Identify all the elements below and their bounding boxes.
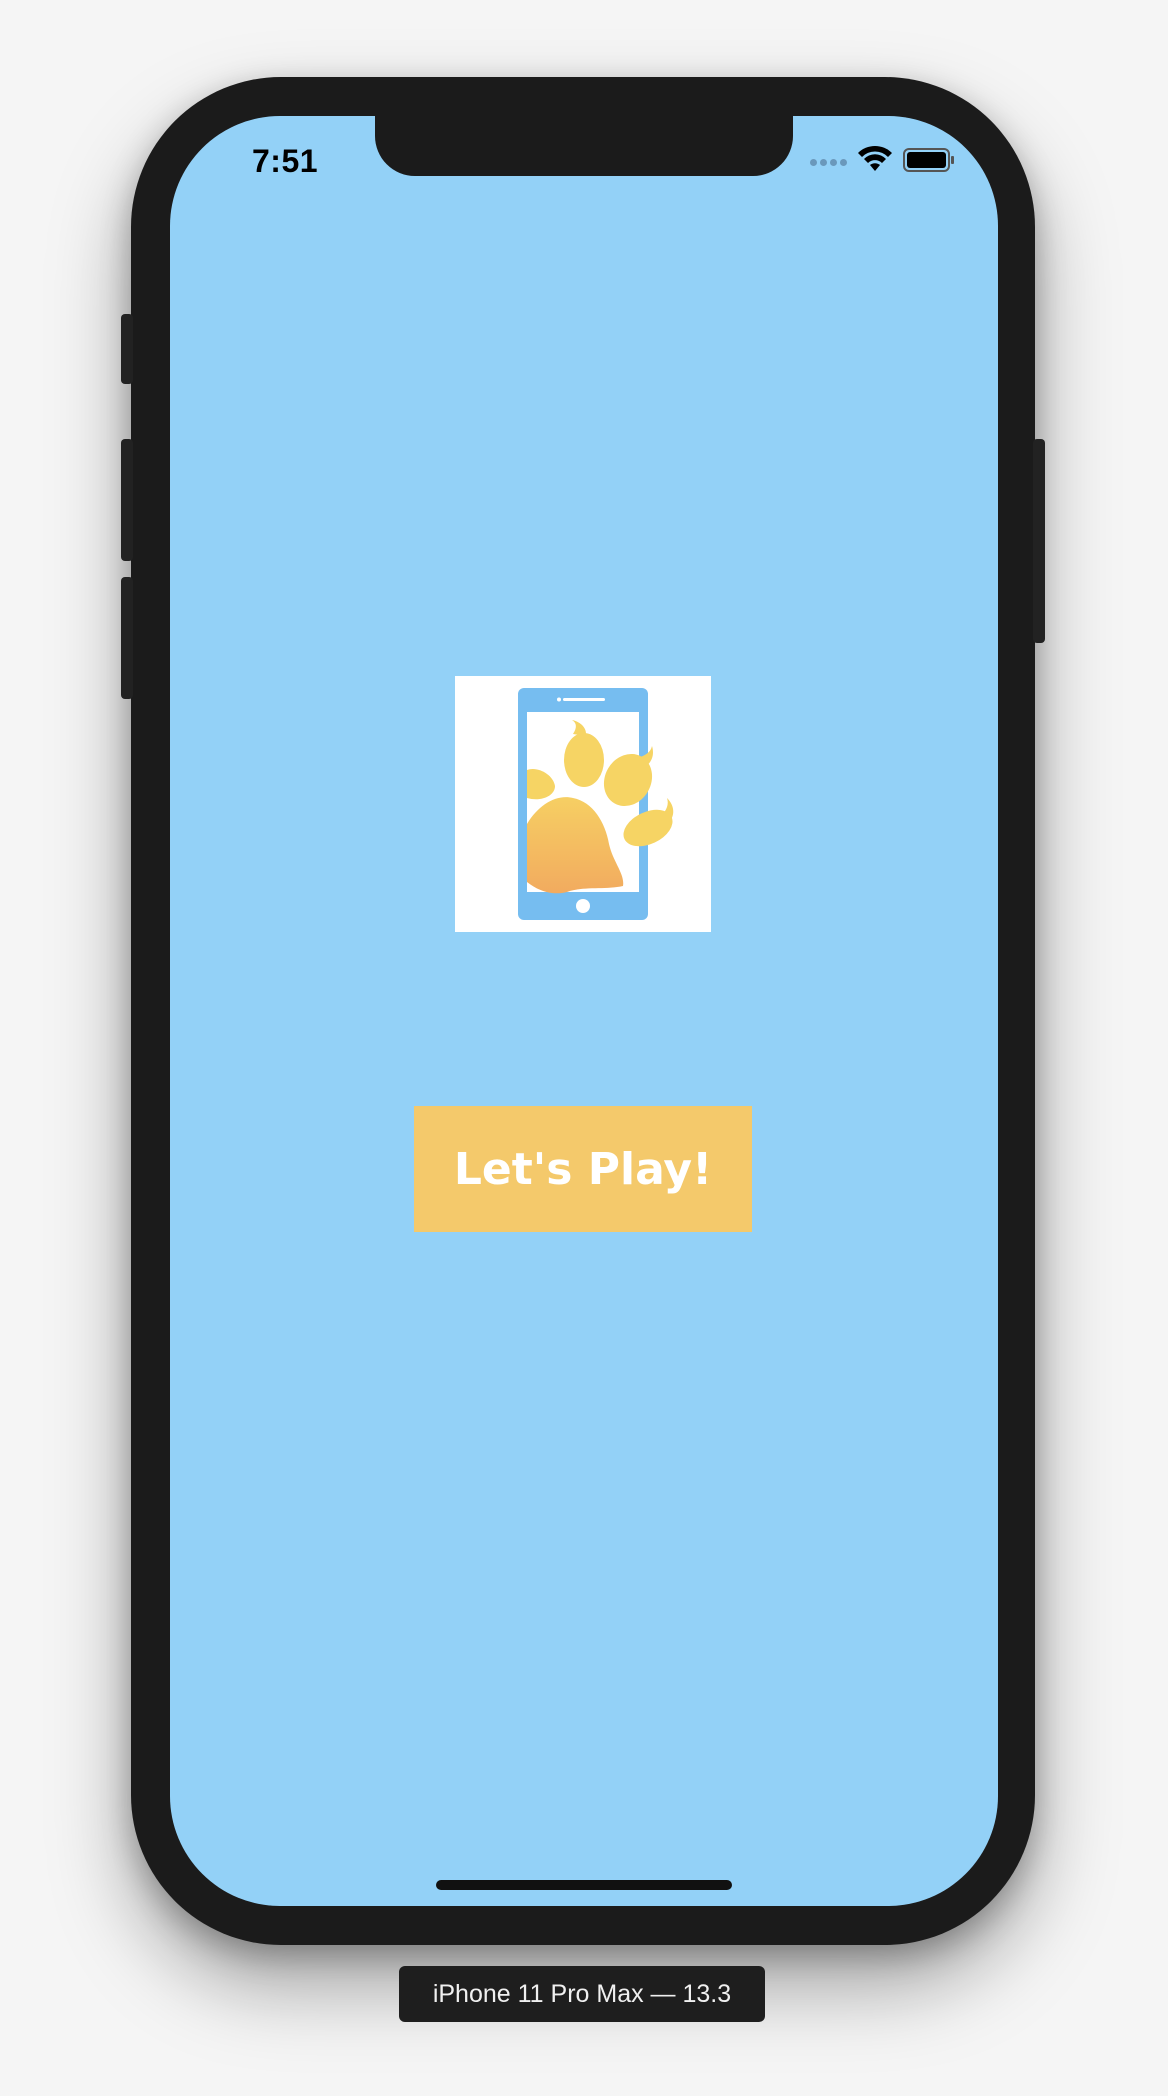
app-logo bbox=[455, 676, 711, 932]
battery-icon bbox=[903, 148, 954, 172]
app-screen: 7:51 Let's Play! bbox=[170, 116, 998, 1906]
volume-up-button bbox=[121, 439, 133, 561]
lets-play-button[interactable]: Let's Play! bbox=[414, 1106, 752, 1232]
wifi-icon bbox=[858, 145, 892, 171]
home-indicator[interactable] bbox=[436, 1880, 732, 1890]
status-time: 7:51 bbox=[252, 143, 319, 179]
silent-switch bbox=[121, 314, 133, 384]
notch bbox=[375, 116, 793, 176]
device-label: iPhone 11 Pro Max — 13.3 bbox=[399, 1966, 765, 2022]
cellular-signal-icon bbox=[810, 159, 850, 169]
volume-down-button bbox=[121, 577, 133, 699]
simulator-stage: 7:51 Let's Play! iPhone 11 Pro Max — 13.… bbox=[0, 0, 1168, 2096]
power-button bbox=[1033, 439, 1045, 643]
phone-paw-icon bbox=[518, 688, 674, 920]
